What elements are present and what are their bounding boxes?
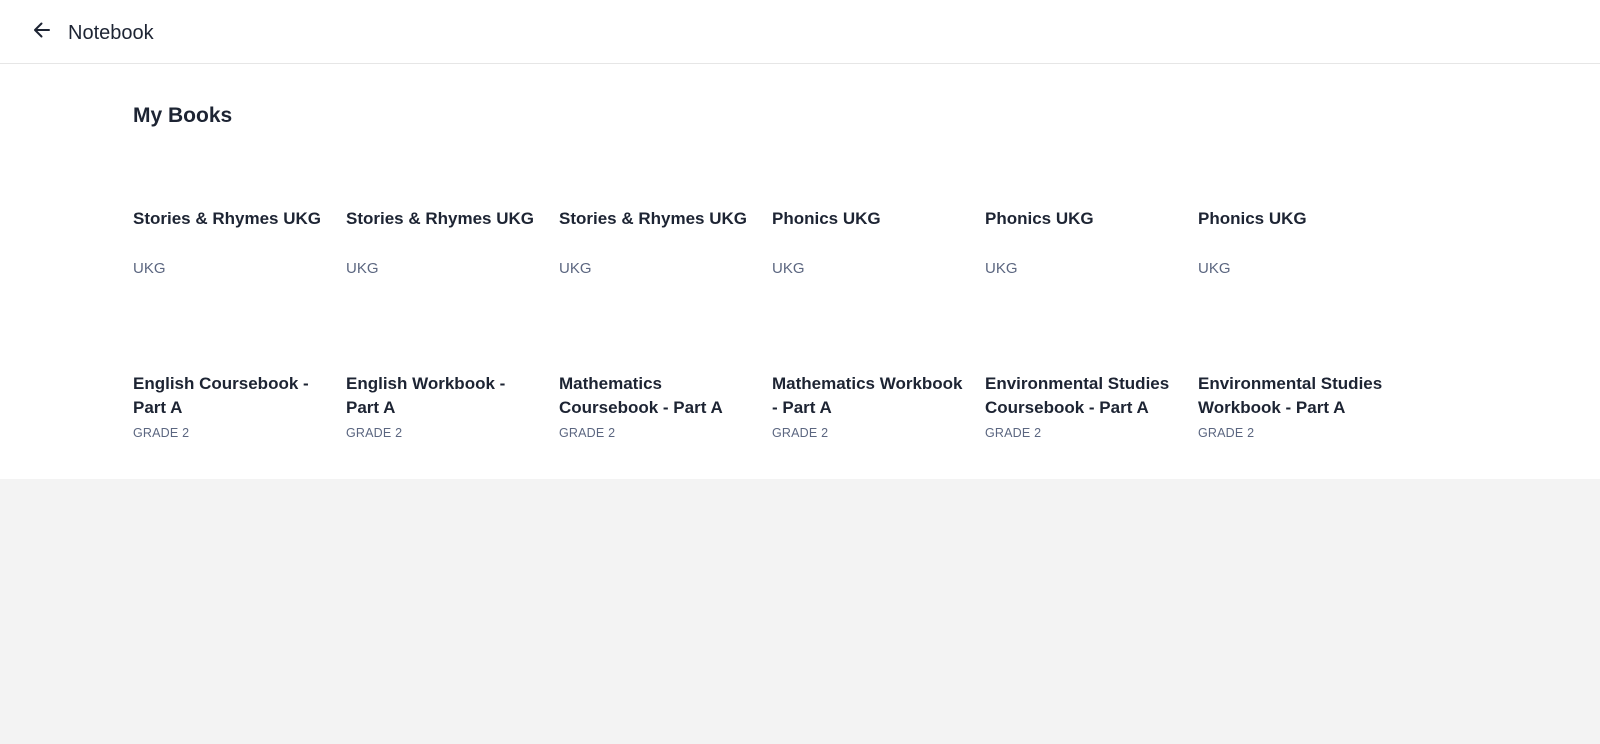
book-title: Environmental Studies Coursebook - Part … — [985, 374, 1170, 417]
book-grade: GRADE 2 — [346, 426, 403, 440]
book-grade: GRADE 2 — [1198, 426, 1255, 440]
book-title: Stories & Rhymes UKG — [559, 209, 747, 228]
section-title: My Books — [133, 104, 233, 127]
back-button[interactable] — [28, 18, 56, 46]
book-grade: UKG — [346, 260, 379, 277]
book-grade: GRADE 2 — [772, 426, 829, 440]
book-card[interactable]: Phonics UKG UKG — [772, 207, 985, 279]
book-title: Phonics UKG — [1198, 209, 1307, 228]
book-title: Stories & Rhymes UKG — [346, 209, 534, 228]
books-row-ukg: Stories & Rhymes UKG UKG Stories & Rhyme… — [133, 207, 1413, 279]
book-card[interactable]: Environmental Studies Coursebook - Part … — [985, 372, 1198, 441]
book-title: Mathematics Workbook - Part A — [772, 374, 963, 417]
page-title: Notebook — [68, 22, 154, 44]
book-card[interactable]: Phonics UKG UKG — [1198, 207, 1411, 279]
book-title: Stories & Rhymes UKG — [133, 209, 321, 228]
book-grade: GRADE 2 — [985, 426, 1042, 440]
app-header: Notebook — [0, 0, 1600, 64]
book-title: Phonics UKG — [772, 209, 881, 228]
book-grade: UKG — [772, 260, 805, 277]
book-card[interactable]: Stories & Rhymes UKG UKG — [559, 207, 772, 279]
book-title: English Coursebook - Part A — [133, 374, 309, 417]
book-card[interactable]: Mathematics Coursebook - Part A GRADE 2 — [559, 372, 772, 441]
books-row-grade-2: English Coursebook - Part A GRADE 2 Engl… — [133, 372, 1413, 441]
book-grade: GRADE 2 — [559, 426, 616, 440]
books-section: My Books Stories & Rhymes UKG UKG Storie… — [0, 64, 1600, 479]
book-card[interactable]: Stories & Rhymes UKG UKG — [346, 207, 559, 279]
book-card[interactable]: Mathematics Workbook - Part A GRADE 2 — [772, 372, 985, 441]
book-card[interactable]: Stories & Rhymes UKG UKG — [133, 207, 346, 279]
book-title: English Workbook - Part A — [346, 374, 506, 417]
book-grade: UKG — [133, 260, 166, 277]
book-grade: GRADE 2 — [133, 426, 190, 440]
book-title: Mathematics Coursebook - Part A — [559, 374, 723, 417]
book-title: Phonics UKG — [985, 209, 1094, 228]
arrow-left-icon — [32, 20, 52, 45]
book-title: Environmental Studies Workbook - Part A — [1198, 374, 1383, 417]
book-grade: UKG — [559, 260, 592, 277]
book-card[interactable]: Phonics UKG UKG — [985, 207, 1198, 279]
book-card[interactable]: Environmental Studies Workbook - Part A … — [1198, 372, 1411, 441]
book-card[interactable]: English Workbook - Part A GRADE 2 — [346, 372, 559, 441]
book-grade: UKG — [985, 260, 1018, 277]
book-grade: UKG — [1198, 260, 1231, 277]
book-card[interactable]: English Coursebook - Part A GRADE 2 — [133, 372, 346, 441]
